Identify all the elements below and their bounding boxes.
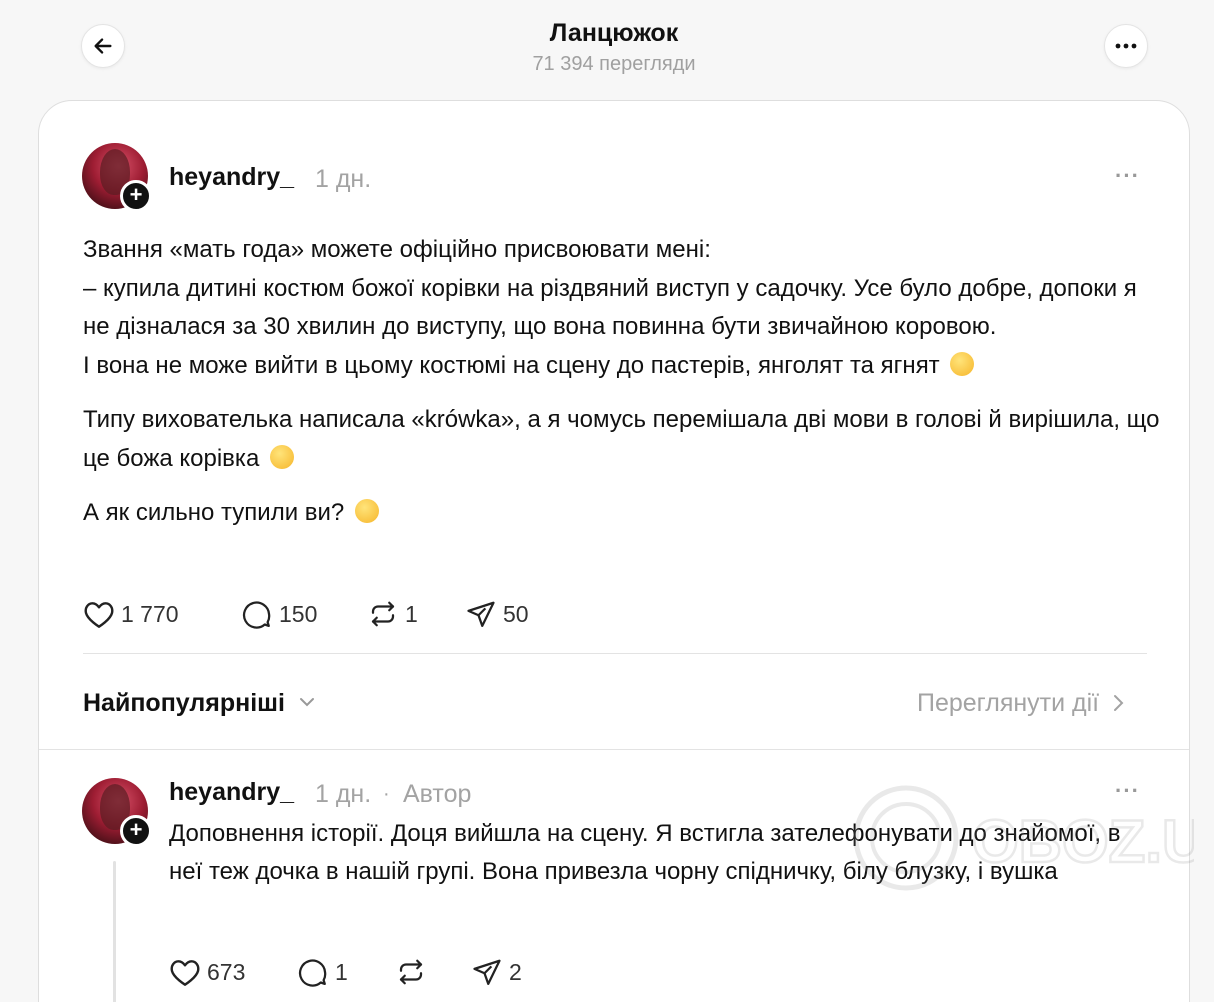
reply-username[interactable]: heyandry_ xyxy=(169,778,294,807)
repost-count: 1 xyxy=(405,600,418,627)
divider xyxy=(83,653,1147,654)
reply-like-button[interactable]: 673 xyxy=(169,957,297,987)
thread-line xyxy=(113,861,116,1002)
reply-share-button[interactable]: 2 xyxy=(471,957,522,987)
reply-body: Доповнення історії. Доця вийшла на сцену… xyxy=(169,820,1121,885)
reply-repost-button[interactable] xyxy=(395,957,471,987)
follow-plus-icon[interactable]: + xyxy=(120,815,152,847)
view-activity-link[interactable]: Переглянути дії xyxy=(917,689,1124,718)
reply-comment-button[interactable]: 1 xyxy=(297,957,395,987)
reply-time: 1 дн. xyxy=(315,780,372,808)
more-options-button[interactable] xyxy=(1104,24,1148,68)
comment-button[interactable]: 150 xyxy=(241,599,367,629)
sort-dropdown[interactable]: Найпопулярніші xyxy=(83,689,316,718)
grinning-sweat-emoji xyxy=(354,499,379,523)
heart-icon xyxy=(84,602,114,628)
post-paragraph: А як сильно тупили ви? xyxy=(83,494,1163,533)
like-button[interactable]: 1 770 xyxy=(83,599,241,629)
chevron-down-icon xyxy=(299,698,314,707)
chevron-right-icon xyxy=(1114,695,1124,711)
view-count: 71 394 перегляди xyxy=(532,53,696,75)
more-horizontal-icon xyxy=(1115,43,1137,49)
comment-bubble-icon xyxy=(242,601,271,629)
post-more-icon[interactable]: ··· xyxy=(1115,163,1140,189)
reply-actions: 673 1 2 xyxy=(169,957,522,987)
repost-icon xyxy=(371,601,395,627)
post-paragraph: Типу вихователька написала «krówka», а я… xyxy=(83,406,1160,472)
section-divider xyxy=(39,749,1189,750)
meta-separator: · xyxy=(383,783,390,805)
comment-bubble-icon xyxy=(298,959,327,987)
comment-count: 150 xyxy=(279,600,318,627)
repost-icon xyxy=(399,959,423,985)
like-count: 1 770 xyxy=(121,600,179,627)
send-icon xyxy=(467,601,495,627)
repost-button[interactable]: 1 xyxy=(367,599,465,629)
share-button[interactable]: 50 xyxy=(465,599,529,629)
follow-plus-icon[interactable]: + xyxy=(120,180,152,212)
post-paragraph: Звання «мать года» можете офіційно присв… xyxy=(83,236,711,263)
heart-icon xyxy=(170,960,200,986)
post-paragraph: – купила дитині костюм божої корівки на … xyxy=(83,274,1137,341)
reply-more-icon[interactable]: ··· xyxy=(1115,778,1140,804)
shushing-face-emoji xyxy=(269,444,294,469)
post-username[interactable]: heyandry_ xyxy=(169,163,294,192)
post-actions: 1 770 150 1 50 xyxy=(83,599,529,629)
melting-face-emoji xyxy=(950,351,975,376)
post-paragraph: І вона не може вийти в цьому костюмі на … xyxy=(83,347,1163,386)
reply-share-count: 2 xyxy=(509,958,522,985)
reply-like-count: 673 xyxy=(207,958,246,985)
reply-comment-count: 1 xyxy=(335,958,348,985)
thread-card: + heyandry_ 1 дн. ··· Звання «мать года»… xyxy=(38,100,1190,1002)
page-title: Ланцюжок xyxy=(549,19,679,47)
author-badge: Автор xyxy=(403,780,472,808)
share-count: 50 xyxy=(503,600,529,627)
send-icon xyxy=(473,959,501,985)
post-time: 1 дн. xyxy=(315,165,372,193)
post-body: Звання «мать года» можете офіційно присв… xyxy=(83,231,1163,533)
